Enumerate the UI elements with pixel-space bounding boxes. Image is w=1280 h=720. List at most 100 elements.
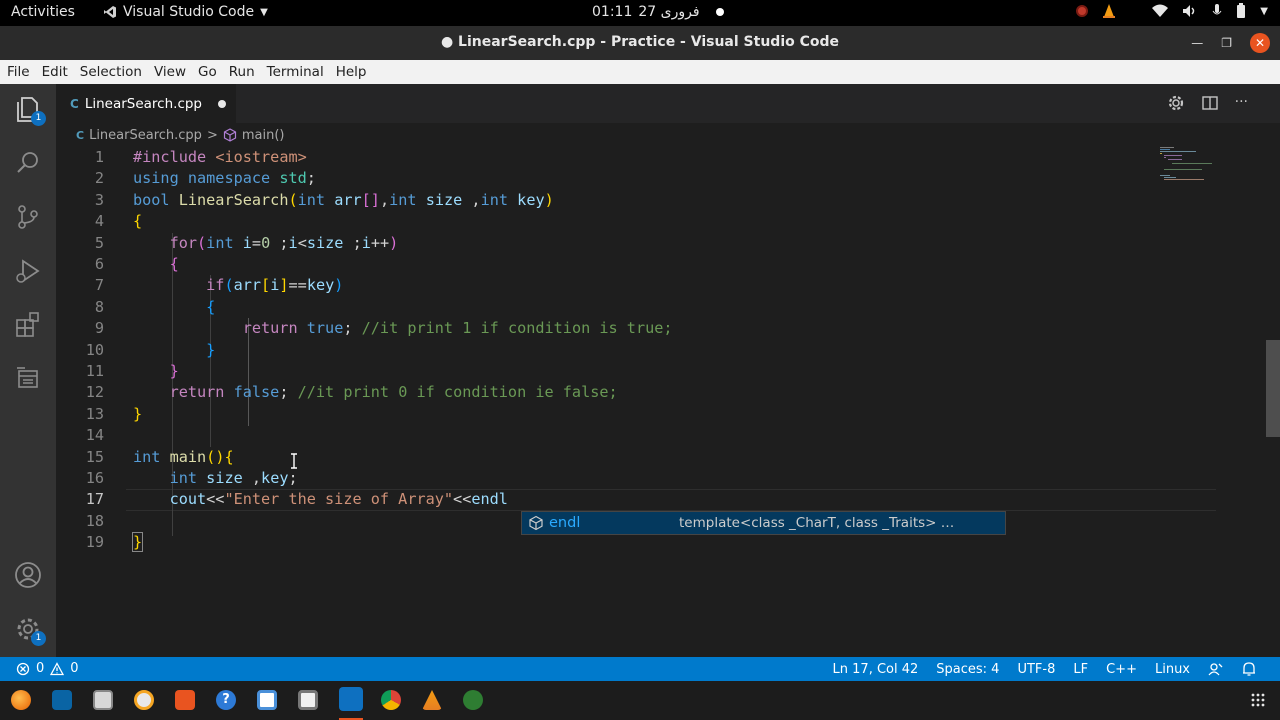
close-window-button[interactable]: ✕ bbox=[1250, 33, 1270, 53]
warning-count: 0 bbox=[70, 661, 79, 676]
encoding[interactable]: UTF-8 bbox=[1017, 662, 1055, 677]
clock-date: 27 فروری bbox=[638, 4, 700, 20]
menu-bar: File Edit Selection View Go Run Terminal… bbox=[0, 60, 1280, 84]
tab-label: LinearSearch.cpp bbox=[84, 95, 203, 112]
cursor-position[interactable]: Ln 17, Col 42 bbox=[833, 662, 919, 677]
remote-explorer-button[interactable] bbox=[13, 364, 43, 394]
remote-explorer-icon bbox=[17, 367, 38, 388]
suggestion-label: endl bbox=[549, 515, 581, 531]
code-line-6: 6 { bbox=[94, 255, 179, 273]
code-line-4: 4{ bbox=[94, 212, 143, 231]
search-button[interactable] bbox=[13, 148, 43, 178]
explorer-button[interactable]: 1 bbox=[13, 94, 46, 126]
rhythmbox-icon[interactable] bbox=[134, 690, 154, 710]
app-name: Visual Studio Code bbox=[123, 4, 255, 20]
maximize-button[interactable]: ❐ bbox=[1221, 36, 1232, 50]
thunderbird-icon[interactable] bbox=[52, 690, 72, 710]
menu-help[interactable]: Help bbox=[335, 64, 368, 80]
files-app-icon[interactable] bbox=[93, 690, 113, 710]
code-line-1: 1 #include <iostream> bbox=[94, 148, 307, 166]
recording-icon[interactable] bbox=[1076, 5, 1089, 17]
code-editor[interactable]: 1 #include <iostream> 2 using namespace st… bbox=[56, 147, 1266, 657]
app-menu[interactable]: Visual Studio Code ▼ bbox=[103, 4, 268, 20]
manage-button[interactable]: 1 bbox=[13, 614, 46, 646]
language-mode[interactable]: C++ bbox=[1106, 662, 1137, 677]
code-line-3: 3 bool LinearSearch(int arr[],int size ,i… bbox=[94, 190, 554, 209]
platform[interactable]: Linux bbox=[1155, 662, 1190, 677]
chevron-down-icon: ▼ bbox=[260, 6, 268, 18]
firefox-icon[interactable] bbox=[11, 690, 31, 710]
warning-icon bbox=[50, 661, 65, 675]
method-cube-icon bbox=[223, 128, 236, 142]
search-icon bbox=[17, 152, 38, 173]
code-line-17: 17 cout<<"Enter the size of Array"<<endl bbox=[85, 490, 508, 509]
minimap[interactable] bbox=[1158, 147, 1238, 187]
settings-gear-icon[interactable] bbox=[1167, 94, 1185, 112]
activities-button[interactable]: Activities bbox=[11, 4, 75, 20]
notes-icon[interactable] bbox=[298, 690, 318, 710]
vscode-dock-icon[interactable] bbox=[339, 687, 363, 711]
code-line-19: 19} bbox=[85, 532, 144, 553]
scrollbar-thumb[interactable] bbox=[1266, 340, 1280, 437]
system-tray[interactable]: ▼ bbox=[1076, 3, 1268, 19]
feedback-icon[interactable] bbox=[1208, 661, 1224, 677]
run-debug-button[interactable] bbox=[13, 256, 43, 286]
code-line-5: 5 for(int i=0 ;i<size ;i++) bbox=[94, 233, 399, 252]
menu-terminal[interactable]: Terminal bbox=[266, 64, 325, 80]
system-menu-chevron-icon[interactable]: ▼ bbox=[1260, 6, 1268, 17]
window-titlebar: ● LinearSearch.cpp - Practice - Visual S… bbox=[0, 26, 1280, 60]
battery-icon[interactable] bbox=[1236, 3, 1246, 19]
code-line-9: 9 return true; //it print 1 if condition… bbox=[94, 319, 673, 338]
microphone-icon[interactable] bbox=[1212, 3, 1222, 19]
vlc-tray-icon[interactable] bbox=[1102, 3, 1116, 19]
problems-indicator[interactable]: 0 0 bbox=[16, 661, 79, 676]
source-control-button[interactable] bbox=[13, 202, 43, 232]
status-items: Ln 17, Col 42 Spaces: 4 UTF-8 LF C++ Lin… bbox=[833, 661, 1256, 677]
gnome-top-bar: Activities Visual Studio Code ▼ 01:11 27… bbox=[0, 0, 1280, 26]
minimize-button[interactable]: — bbox=[1191, 36, 1203, 50]
suggestion-detail: template<class _CharT, class _Traits> … bbox=[679, 515, 955, 531]
wifi-icon[interactable] bbox=[1152, 4, 1169, 18]
tab-linearsearch-cpp[interactable]: C LinearSearch.cpp bbox=[56, 84, 236, 123]
ibeam-cursor-icon bbox=[291, 453, 297, 469]
cpp-file-icon: C bbox=[70, 96, 79, 111]
menu-view[interactable]: View bbox=[153, 64, 187, 80]
unsaved-dot-icon[interactable] bbox=[218, 99, 227, 108]
menu-go[interactable]: Go bbox=[197, 64, 218, 80]
code-line-15: 15 int main(){ bbox=[85, 447, 234, 466]
menu-edit[interactable]: Edit bbox=[41, 64, 69, 80]
software-center-icon[interactable] bbox=[175, 690, 195, 710]
help-icon[interactable]: ? bbox=[216, 690, 236, 710]
chrome-icon[interactable] bbox=[381, 690, 401, 710]
code-line-10: 10 } bbox=[85, 340, 216, 359]
editor-tab-bar: C LinearSearch.cpp ··· bbox=[56, 84, 1280, 123]
menu-file[interactable]: File bbox=[6, 64, 31, 80]
breadcrumb-file[interactable]: LinearSearch.cpp bbox=[89, 128, 202, 143]
indentation[interactable]: Spaces: 4 bbox=[936, 662, 999, 677]
window-title: ● LinearSearch.cpp - Practice - Visual S… bbox=[440, 34, 840, 50]
menu-run[interactable]: Run bbox=[228, 64, 256, 80]
breadcrumb: C LinearSearch.cpp > main() bbox=[56, 123, 1280, 147]
volume-icon[interactable] bbox=[1182, 4, 1198, 18]
extensions-button[interactable] bbox=[13, 310, 43, 340]
vlc-dock-icon[interactable] bbox=[422, 690, 442, 710]
split-editor-icon[interactable] bbox=[1201, 94, 1219, 112]
breadcrumb-symbol[interactable]: main() bbox=[242, 128, 285, 143]
code-line-14: 14 bbox=[85, 426, 104, 445]
extensions-icon bbox=[16, 312, 39, 337]
notifications-bell-icon[interactable] bbox=[1242, 661, 1256, 677]
source-control-icon bbox=[18, 205, 38, 229]
vscode-app-icon bbox=[104, 6, 116, 18]
more-actions-icon[interactable]: ··· bbox=[1235, 94, 1248, 112]
app-dock-icon[interactable] bbox=[463, 690, 483, 710]
menu-selection[interactable]: Selection bbox=[79, 64, 143, 80]
vertical-scrollbar[interactable] bbox=[1266, 147, 1280, 657]
end-of-line[interactable]: LF bbox=[1073, 662, 1088, 677]
autocomplete-suggestion[interactable]: endl template<class _CharT, class _Trait… bbox=[521, 511, 1006, 535]
code-line-12: 12 return false; //it print 0 if conditi… bbox=[85, 383, 618, 402]
clock[interactable]: 01:11 27 فروری bbox=[592, 4, 724, 20]
code-line-8: 8 { bbox=[94, 297, 216, 316]
accounts-button[interactable] bbox=[13, 560, 43, 590]
show-applications-grid-icon[interactable] bbox=[1251, 693, 1265, 707]
text-editor-icon[interactable] bbox=[257, 690, 277, 710]
